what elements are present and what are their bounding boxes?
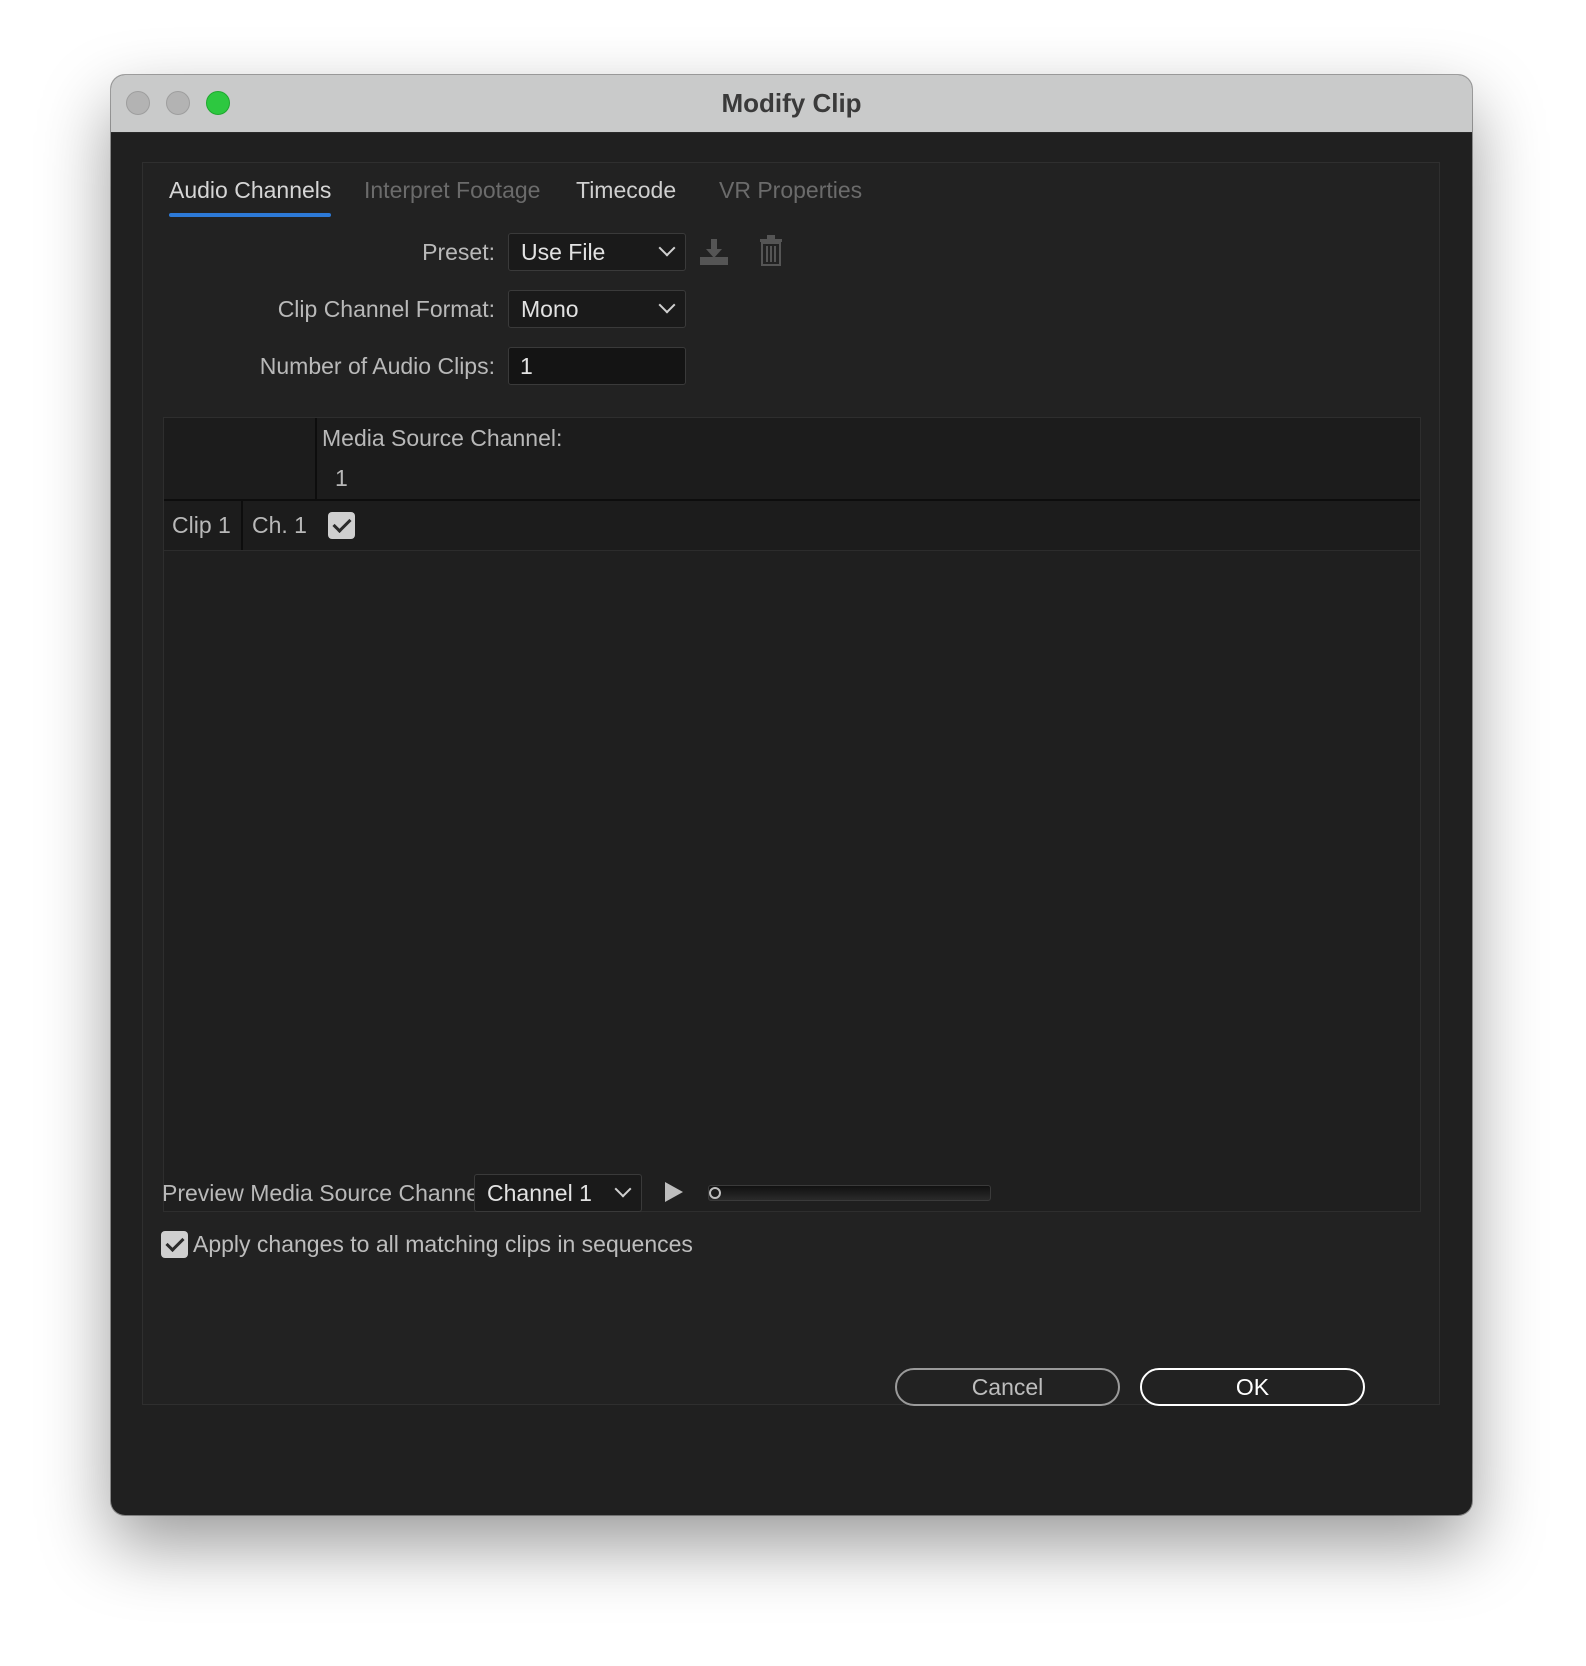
clip-channel-format-value: Mono bbox=[521, 296, 579, 322]
channel-assignment-matrix: Media Source Channel: 1 Clip 1 Ch. 1 bbox=[163, 417, 1421, 1212]
tab-vr-properties[interactable]: VR Properties bbox=[719, 177, 862, 204]
number-of-audio-clips-label: Number of Audio Clips: bbox=[259, 353, 495, 379]
chevron-down-icon bbox=[614, 1180, 632, 1198]
source-channel-number: 1 bbox=[335, 465, 348, 491]
apply-all-label: Apply changes to all matching clips in s… bbox=[193, 1231, 693, 1257]
table-row: Clip 1 Ch. 1 bbox=[164, 501, 1420, 551]
clip-channel-format-dropdown[interactable]: Mono bbox=[508, 290, 686, 328]
play-icon[interactable] bbox=[665, 1182, 683, 1202]
number-of-audio-clips-input[interactable] bbox=[508, 347, 686, 385]
audio-channels-panel: Audio Channels Interpret Footage Timecod… bbox=[142, 162, 1440, 1405]
preset-value: Use File bbox=[521, 239, 606, 265]
preview-media-source-channel-label: Preview Media Source Channel: bbox=[162, 1180, 491, 1206]
clip-channel-format-label: Clip Channel Format: bbox=[277, 296, 495, 322]
window-title: Modify Clip bbox=[721, 88, 862, 118]
chevron-down-icon bbox=[658, 296, 676, 314]
tab-interpret-footage[interactable]: Interpret Footage bbox=[364, 177, 540, 204]
tab-audio-channels[interactable]: Audio Channels bbox=[169, 177, 332, 217]
preset-label: Preset: bbox=[422, 239, 495, 265]
clip-name: Clip 1 bbox=[172, 512, 231, 538]
save-preset-icon[interactable] bbox=[698, 237, 730, 272]
preset-dropdown[interactable]: Use File bbox=[508, 233, 686, 271]
preview-channel-dropdown[interactable]: Channel 1 bbox=[474, 1174, 642, 1212]
cancel-button[interactable]: Cancel bbox=[895, 1368, 1120, 1406]
preview-slider-thumb[interactable] bbox=[709, 1187, 721, 1199]
preview-channel-value: Channel 1 bbox=[487, 1180, 592, 1206]
apply-all-checkbox[interactable] bbox=[161, 1231, 188, 1258]
tab-timecode[interactable]: Timecode bbox=[576, 177, 676, 204]
matrix-header: Media Source Channel: 1 bbox=[164, 418, 1420, 501]
preview-scrub-slider[interactable] bbox=[708, 1185, 991, 1201]
ok-button[interactable]: OK bbox=[1140, 1368, 1365, 1406]
modify-clip-dialog: Modify Clip Audio Channels Interpret Foo… bbox=[111, 75, 1472, 1515]
channel-assignment-checkbox[interactable] bbox=[328, 512, 355, 539]
chevron-down-icon bbox=[658, 239, 676, 257]
media-source-channel-label: Media Source Channel: bbox=[322, 425, 563, 451]
title-bar: Modify Clip bbox=[111, 75, 1472, 133]
clip-channel-name: Ch. 1 bbox=[252, 512, 307, 538]
row-divider bbox=[241, 501, 243, 550]
trash-icon[interactable] bbox=[758, 235, 784, 272]
